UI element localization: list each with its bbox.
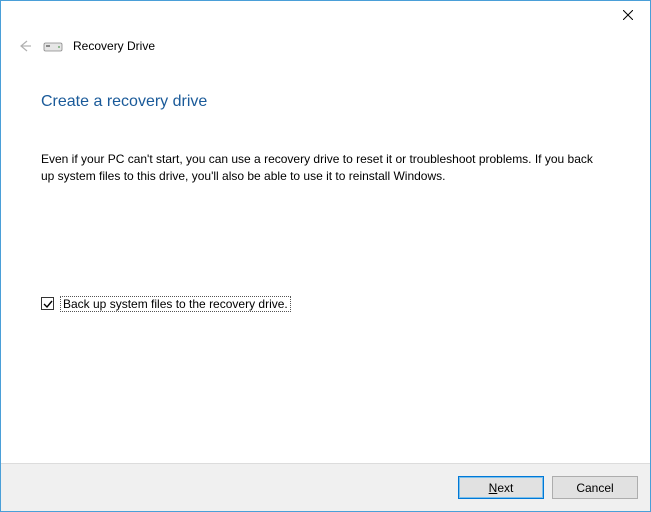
description-text: Even if your PC can't start, you can use… xyxy=(41,151,601,186)
close-button[interactable] xyxy=(605,1,650,29)
back-arrow-icon xyxy=(16,38,32,54)
cancel-button[interactable]: Cancel xyxy=(552,476,638,499)
backup-checkbox-label[interactable]: Back up system files to the recovery dri… xyxy=(60,296,291,312)
close-icon xyxy=(623,10,633,20)
window-title: Recovery Drive xyxy=(73,39,155,53)
titlebar xyxy=(1,1,650,31)
backup-checkbox-row: Back up system files to the recovery dri… xyxy=(41,296,610,312)
page-heading: Create a recovery drive xyxy=(41,93,610,111)
wizard-footer: Next Cancel xyxy=(1,463,650,511)
wizard-header: Recovery Drive xyxy=(1,31,650,55)
check-icon xyxy=(43,299,53,309)
back-button[interactable] xyxy=(15,37,33,55)
wizard-content: Create a recovery drive Even if your PC … xyxy=(1,55,650,463)
drive-icon xyxy=(43,39,63,53)
next-button[interactable]: Next xyxy=(458,476,544,499)
backup-checkbox[interactable] xyxy=(41,297,54,310)
